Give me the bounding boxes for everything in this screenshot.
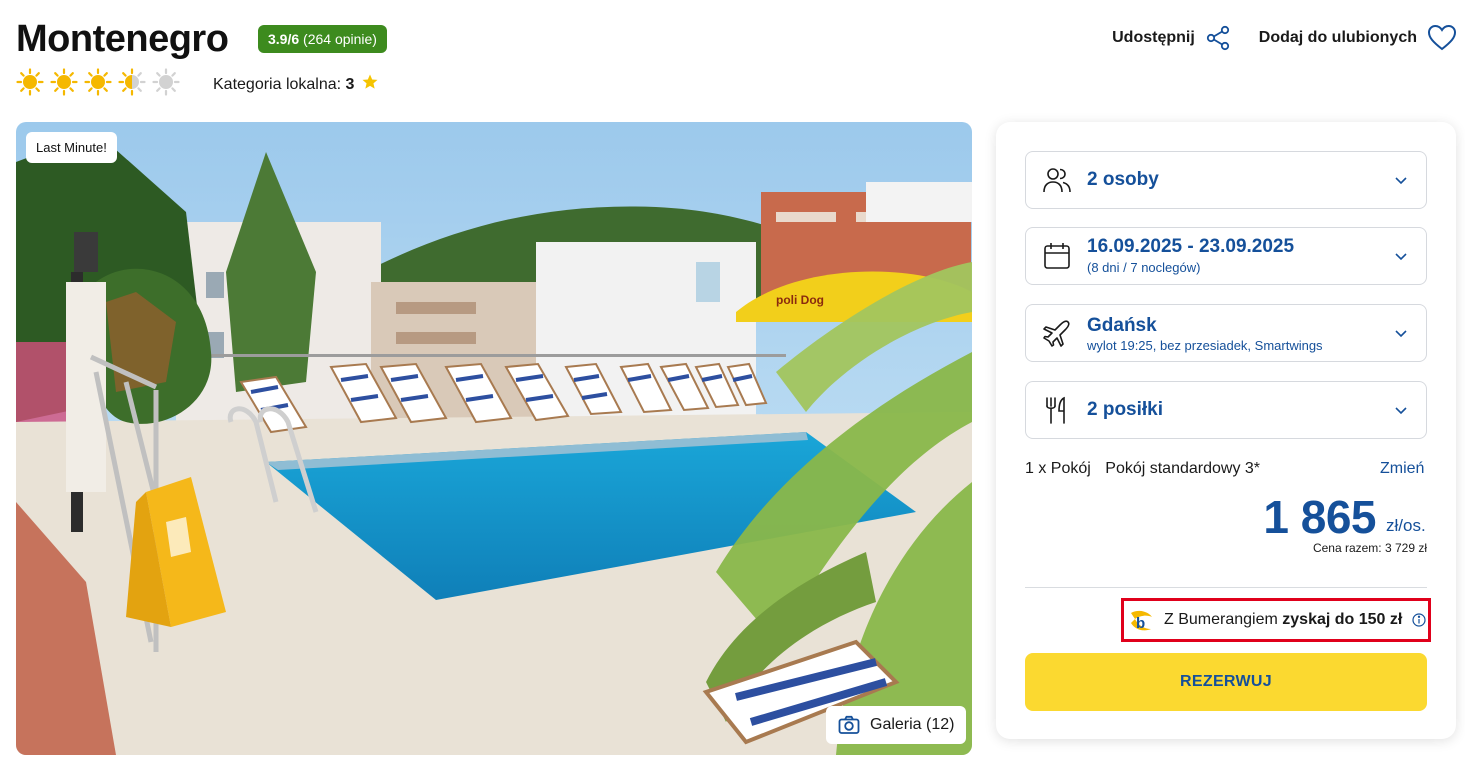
departure-sub: wylot 19:25, bez przesiadek, Smartwings (1087, 338, 1323, 353)
camera-icon (838, 715, 860, 734)
sun-icon (50, 68, 78, 96)
reserve-button[interactable]: REZERWUJ (1025, 653, 1427, 711)
room-count: 1 x Pokój (1025, 460, 1091, 477)
dates-label: 16.09.2025 - 23.09.2025 (1087, 236, 1295, 257)
favorites-label: Dodaj do ulubionych (1258, 29, 1417, 46)
bumerang-prefix: Z Bumerangiem (1164, 611, 1278, 628)
local-category: Kategoria lokalna: 3 (213, 73, 379, 94)
total-price: Cena razem: 3 729 zł (1312, 541, 1427, 555)
chevron-down-icon (1395, 253, 1407, 261)
dates-select[interactable]: 16.09.2025 - 23.09.2025 (8 dni / 7 nocle… (1025, 227, 1427, 285)
share-label: Udostępnij (1112, 29, 1195, 46)
price-per-person: 1 865 (1263, 491, 1376, 543)
change-room-link[interactable]: Zmień (1380, 460, 1424, 478)
share-button[interactable]: Udostępnij (1112, 25, 1231, 51)
gallery-label: Galeria (12) (870, 716, 955, 733)
rating-badge[interactable]: 3.9/6 (264 opinie) (258, 25, 387, 53)
meals-label: 2 posiłki (1087, 399, 1164, 420)
bumerang-highlight: zyskaj do 150 zł (1282, 611, 1403, 628)
svg-text:b: b (1136, 615, 1145, 632)
meals-select[interactable]: 2 posiłki (1025, 381, 1427, 439)
local-category-value: 3 (345, 76, 355, 93)
departure-label: Gdańsk (1087, 315, 1157, 336)
pool-scene-image: poli Dog (16, 122, 972, 755)
chevron-down-icon (1395, 177, 1407, 185)
star-icon (362, 74, 378, 89)
empty-sun-icon (152, 68, 180, 96)
departure-select[interactable]: Gdańsk wylot 19:25, bez przesiadek, Smar… (1025, 304, 1427, 362)
plane-icon (1043, 320, 1070, 347)
bumerang-logo-icon: b (1131, 610, 1152, 632)
dates-sub: (8 dni / 7 noclegów) (1087, 260, 1201, 275)
sun-rating (16, 68, 180, 96)
local-category-label: Kategoria lokalna: (213, 76, 342, 93)
gallery-button[interactable]: Galeria (12) (826, 706, 967, 744)
divider (1025, 587, 1427, 588)
info-icon[interactable] (1412, 613, 1426, 627)
guests-select[interactable]: 2 osoby (1025, 151, 1427, 209)
hotel-photo[interactable]: poli Dog (16, 122, 972, 755)
rating-score: 3.9/6 (268, 31, 300, 47)
calendar-icon (1044, 243, 1070, 269)
people-icon (1043, 168, 1071, 193)
add-to-favorites-button[interactable]: Dodaj do ulubionych (1259, 24, 1457, 52)
top-actions: Udostępnij Dodaj do ulubionych (1112, 24, 1457, 52)
sun-icon (16, 68, 44, 96)
guests-label: 2 osoby (1087, 169, 1159, 190)
heart-icon (1427, 24, 1457, 51)
chevron-down-icon (1395, 407, 1407, 415)
share-icon (1206, 25, 1229, 51)
chevron-down-icon (1395, 330, 1407, 338)
room-summary: 1 x Pokój Pokój standardowy 3* (1025, 460, 1260, 478)
room-type: Pokój standardowy 3* (1105, 460, 1261, 477)
price-unit: zł/os. (1386, 516, 1426, 535)
booking-panel: 2 osoby 16.09.2025 - 23.09.2025 (8 dni /… (996, 122, 1456, 739)
rating-reviews: (264 opinie) (303, 31, 377, 47)
page-title: Montenegro (16, 18, 229, 60)
fork-knife-icon (1046, 396, 1065, 424)
bumerang-promo[interactable]: b Z Bumerangiem zyskaj do 150 zł (1121, 598, 1431, 642)
half-sun-icon (118, 68, 146, 96)
last-minute-badge: Last Minute! (26, 132, 117, 163)
bumerang-text: Z Bumerangiem zyskaj do 150 zł (1164, 611, 1402, 629)
umbrella-text: poli Dog (776, 293, 824, 307)
sun-icon (84, 68, 112, 96)
